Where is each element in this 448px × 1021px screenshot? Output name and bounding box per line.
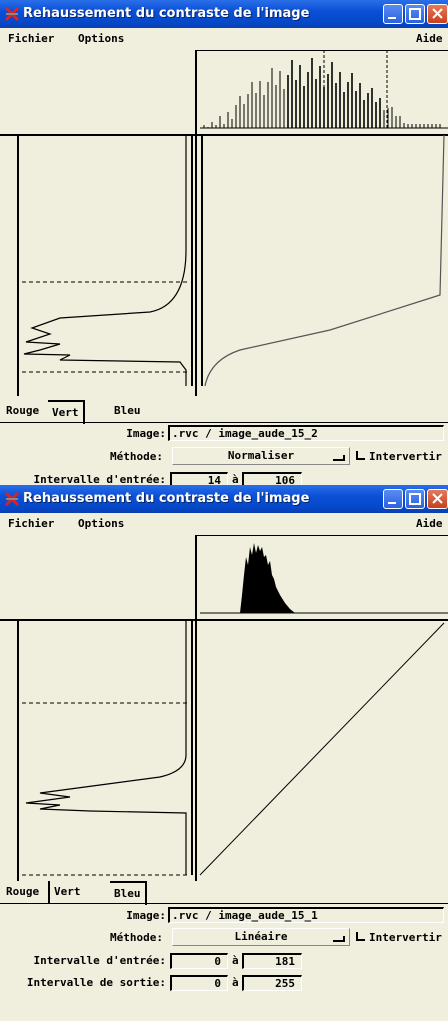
method-select[interactable]: Linéaire bbox=[172, 928, 350, 946]
close-icon[interactable] bbox=[427, 4, 448, 24]
title-bar[interactable]: Rehaussement du contraste de l'image bbox=[0, 0, 448, 28]
input-range-label: Intervalle d'entrée: bbox=[33, 473, 166, 485]
method-label: Méthode: bbox=[110, 931, 163, 944]
menu-file[interactable]: Fichier bbox=[8, 517, 54, 530]
tab-vert[interactable]: Vert bbox=[48, 881, 85, 903]
input-min-field[interactable]: 0 bbox=[170, 953, 228, 969]
menu-help[interactable]: Aide bbox=[416, 32, 443, 45]
maximize-icon[interactable] bbox=[405, 489, 425, 509]
contrast-window-blue: Rehaussement du contraste de l'image Fic… bbox=[0, 485, 448, 1021]
range-separator: à bbox=[232, 473, 239, 485]
close-icon[interactable] bbox=[427, 489, 448, 509]
input-max-field[interactable]: 181 bbox=[242, 953, 302, 969]
menu-file[interactable]: Fichier bbox=[8, 32, 54, 45]
menu-help[interactable]: Aide bbox=[416, 517, 443, 530]
invert-checkbox[interactable]: Intervertir bbox=[356, 931, 442, 944]
checkbox-icon bbox=[356, 451, 365, 460]
tab-bleu[interactable]: Bleu bbox=[110, 881, 147, 905]
maximize-icon[interactable] bbox=[405, 4, 425, 24]
channel-tabs: Rouge Vert Bleu bbox=[0, 400, 448, 424]
contrast-graph[interactable] bbox=[0, 50, 448, 396]
output-max-field[interactable]: 255 bbox=[242, 975, 302, 991]
minimize-icon[interactable] bbox=[383, 489, 403, 509]
image-field[interactable]: .rvc / image_aude_15_2 bbox=[168, 425, 444, 441]
output-range-label: Intervalle de sortie: bbox=[26, 976, 166, 989]
contrast-window-green: Rehaussement du contraste de l'image Fic… bbox=[0, 0, 448, 485]
method-value: Linéaire bbox=[234, 930, 288, 943]
menu-options[interactable]: Options bbox=[78, 32, 124, 45]
range-separator: à bbox=[232, 976, 239, 989]
method-label: Méthode: bbox=[110, 450, 163, 463]
invert-label: Intervertir bbox=[369, 450, 442, 463]
histogram-frame bbox=[0, 535, 448, 881]
image-label: Image: bbox=[126, 427, 166, 440]
output-min-field[interactable]: 0 bbox=[170, 975, 228, 991]
window-title: Rehaussement du contraste de l'image bbox=[23, 6, 310, 21]
left-profile bbox=[22, 136, 190, 386]
input-max-field[interactable]: 106 bbox=[242, 472, 302, 485]
invert-label: Intervertir bbox=[369, 931, 442, 944]
image-field[interactable]: .rvc / image_aude_15_1 bbox=[168, 907, 444, 923]
channel-tabs: Rouge Vert Bleu bbox=[0, 881, 448, 905]
histogram-fill bbox=[240, 543, 295, 613]
input-range-label: Intervalle d'entrée: bbox=[33, 954, 166, 967]
image-label: Image: bbox=[126, 909, 166, 922]
tab-rouge[interactable]: Rouge bbox=[2, 400, 43, 422]
minimize-icon[interactable] bbox=[383, 4, 403, 24]
title-bar[interactable]: Rehaussement du contraste de l'image bbox=[0, 485, 448, 513]
app-icon bbox=[4, 6, 20, 22]
app-icon bbox=[4, 491, 20, 507]
linear-curve bbox=[199, 622, 445, 876]
tab-divider bbox=[0, 903, 448, 904]
left-profile bbox=[22, 621, 190, 876]
histogram-bars bbox=[203, 58, 441, 128]
contrast-graph[interactable] bbox=[0, 535, 448, 881]
tab-vert[interactable]: Vert bbox=[48, 400, 85, 424]
dropdown-icon bbox=[333, 936, 345, 942]
normalize-curve bbox=[204, 134, 445, 387]
tab-rouge[interactable]: Rouge bbox=[2, 881, 43, 903]
tab-bleu[interactable]: Bleu bbox=[110, 400, 145, 422]
method-value: Normaliser bbox=[227, 449, 295, 462]
range-separator: à bbox=[232, 954, 239, 967]
menu-bar: Fichier Options Aide bbox=[0, 28, 448, 50]
input-min-field[interactable]: 14 bbox=[170, 472, 228, 485]
dropdown-icon bbox=[333, 455, 345, 461]
menu-options[interactable]: Options bbox=[78, 517, 124, 530]
tab-divider bbox=[0, 422, 448, 423]
invert-checkbox[interactable]: Intervertir bbox=[356, 450, 442, 463]
window-title: Rehaussement du contraste de l'image bbox=[23, 491, 310, 506]
menu-bar: Fichier Options Aide bbox=[0, 513, 448, 535]
checkbox-icon bbox=[356, 932, 365, 941]
method-select[interactable]: Normaliser bbox=[172, 447, 350, 465]
